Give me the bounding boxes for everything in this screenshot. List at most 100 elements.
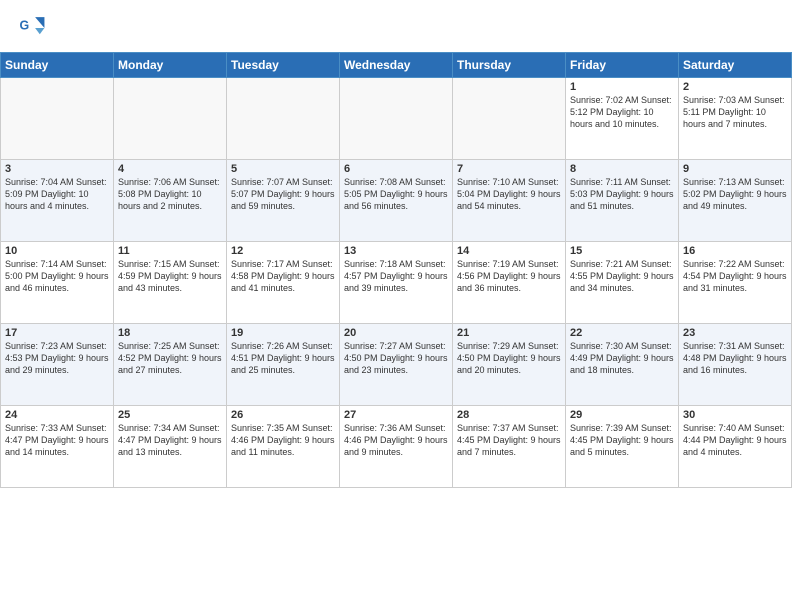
day-number: 23 bbox=[683, 327, 787, 339]
day-number: 26 bbox=[231, 409, 335, 421]
day-info: Sunrise: 7:34 AM Sunset: 4:47 PM Dayligh… bbox=[118, 422, 222, 458]
calendar-day-cell: 6Sunrise: 7:08 AM Sunset: 5:05 PM Daylig… bbox=[340, 160, 453, 242]
day-number: 22 bbox=[570, 327, 674, 339]
day-info: Sunrise: 7:04 AM Sunset: 5:09 PM Dayligh… bbox=[5, 176, 109, 212]
day-info: Sunrise: 7:29 AM Sunset: 4:50 PM Dayligh… bbox=[457, 340, 561, 376]
day-number: 15 bbox=[570, 245, 674, 257]
weekday-header-tuesday: Tuesday bbox=[227, 53, 340, 78]
day-info: Sunrise: 7:37 AM Sunset: 4:45 PM Dayligh… bbox=[457, 422, 561, 458]
day-number: 16 bbox=[683, 245, 787, 257]
calendar-day-cell: 1Sunrise: 7:02 AM Sunset: 5:12 PM Daylig… bbox=[566, 78, 679, 160]
day-info: Sunrise: 7:02 AM Sunset: 5:12 PM Dayligh… bbox=[570, 94, 674, 130]
weekday-header-wednesday: Wednesday bbox=[340, 53, 453, 78]
calendar-day-cell: 10Sunrise: 7:14 AM Sunset: 5:00 PM Dayli… bbox=[1, 242, 114, 324]
day-info: Sunrise: 7:15 AM Sunset: 4:59 PM Dayligh… bbox=[118, 258, 222, 294]
day-number: 13 bbox=[344, 245, 448, 257]
calendar-day-cell: 12Sunrise: 7:17 AM Sunset: 4:58 PM Dayli… bbox=[227, 242, 340, 324]
day-number: 14 bbox=[457, 245, 561, 257]
calendar-day-cell: 25Sunrise: 7:34 AM Sunset: 4:47 PM Dayli… bbox=[114, 406, 227, 488]
logo-icon: G bbox=[18, 14, 46, 42]
calendar-day-cell: 20Sunrise: 7:27 AM Sunset: 4:50 PM Dayli… bbox=[340, 324, 453, 406]
day-info: Sunrise: 7:26 AM Sunset: 4:51 PM Dayligh… bbox=[231, 340, 335, 376]
calendar-day-cell: 23Sunrise: 7:31 AM Sunset: 4:48 PM Dayli… bbox=[679, 324, 792, 406]
day-number: 8 bbox=[570, 163, 674, 175]
day-number: 19 bbox=[231, 327, 335, 339]
day-info: Sunrise: 7:14 AM Sunset: 5:00 PM Dayligh… bbox=[5, 258, 109, 294]
calendar-day-cell: 26Sunrise: 7:35 AM Sunset: 4:46 PM Dayli… bbox=[227, 406, 340, 488]
weekday-header-friday: Friday bbox=[566, 53, 679, 78]
day-info: Sunrise: 7:06 AM Sunset: 5:08 PM Dayligh… bbox=[118, 176, 222, 212]
weekday-header-sunday: Sunday bbox=[1, 53, 114, 78]
day-info: Sunrise: 7:35 AM Sunset: 4:46 PM Dayligh… bbox=[231, 422, 335, 458]
calendar-header-row: SundayMondayTuesdayWednesdayThursdayFrid… bbox=[1, 53, 792, 78]
day-info: Sunrise: 7:13 AM Sunset: 5:02 PM Dayligh… bbox=[683, 176, 787, 212]
calendar-day-cell: 16Sunrise: 7:22 AM Sunset: 4:54 PM Dayli… bbox=[679, 242, 792, 324]
day-number: 20 bbox=[344, 327, 448, 339]
logo: G bbox=[18, 14, 50, 42]
calendar-day-cell: 21Sunrise: 7:29 AM Sunset: 4:50 PM Dayli… bbox=[453, 324, 566, 406]
day-number: 5 bbox=[231, 163, 335, 175]
calendar-week-row: 10Sunrise: 7:14 AM Sunset: 5:00 PM Dayli… bbox=[1, 242, 792, 324]
day-number: 17 bbox=[5, 327, 109, 339]
calendar-day-cell: 15Sunrise: 7:21 AM Sunset: 4:55 PM Dayli… bbox=[566, 242, 679, 324]
calendar-day-cell bbox=[453, 78, 566, 160]
weekday-header-saturday: Saturday bbox=[679, 53, 792, 78]
calendar-day-cell: 4Sunrise: 7:06 AM Sunset: 5:08 PM Daylig… bbox=[114, 160, 227, 242]
day-number: 7 bbox=[457, 163, 561, 175]
day-number: 24 bbox=[5, 409, 109, 421]
calendar-day-cell: 13Sunrise: 7:18 AM Sunset: 4:57 PM Dayli… bbox=[340, 242, 453, 324]
calendar-table: SundayMondayTuesdayWednesdayThursdayFrid… bbox=[0, 52, 792, 488]
calendar-day-cell: 27Sunrise: 7:36 AM Sunset: 4:46 PM Dayli… bbox=[340, 406, 453, 488]
calendar-day-cell bbox=[114, 78, 227, 160]
calendar-week-row: 17Sunrise: 7:23 AM Sunset: 4:53 PM Dayli… bbox=[1, 324, 792, 406]
day-info: Sunrise: 7:36 AM Sunset: 4:46 PM Dayligh… bbox=[344, 422, 448, 458]
day-info: Sunrise: 7:25 AM Sunset: 4:52 PM Dayligh… bbox=[118, 340, 222, 376]
calendar-day-cell: 24Sunrise: 7:33 AM Sunset: 4:47 PM Dayli… bbox=[1, 406, 114, 488]
day-info: Sunrise: 7:07 AM Sunset: 5:07 PM Dayligh… bbox=[231, 176, 335, 212]
day-number: 29 bbox=[570, 409, 674, 421]
calendar-week-row: 1Sunrise: 7:02 AM Sunset: 5:12 PM Daylig… bbox=[1, 78, 792, 160]
calendar-day-cell: 11Sunrise: 7:15 AM Sunset: 4:59 PM Dayli… bbox=[114, 242, 227, 324]
day-number: 30 bbox=[683, 409, 787, 421]
day-info: Sunrise: 7:11 AM Sunset: 5:03 PM Dayligh… bbox=[570, 176, 674, 212]
calendar-week-row: 3Sunrise: 7:04 AM Sunset: 5:09 PM Daylig… bbox=[1, 160, 792, 242]
day-number: 18 bbox=[118, 327, 222, 339]
day-info: Sunrise: 7:18 AM Sunset: 4:57 PM Dayligh… bbox=[344, 258, 448, 294]
weekday-header-thursday: Thursday bbox=[453, 53, 566, 78]
day-info: Sunrise: 7:33 AM Sunset: 4:47 PM Dayligh… bbox=[5, 422, 109, 458]
weekday-header-monday: Monday bbox=[114, 53, 227, 78]
calendar-week-row: 24Sunrise: 7:33 AM Sunset: 4:47 PM Dayli… bbox=[1, 406, 792, 488]
calendar-day-cell: 2Sunrise: 7:03 AM Sunset: 5:11 PM Daylig… bbox=[679, 78, 792, 160]
calendar-day-cell: 19Sunrise: 7:26 AM Sunset: 4:51 PM Dayli… bbox=[227, 324, 340, 406]
day-number: 28 bbox=[457, 409, 561, 421]
svg-text:G: G bbox=[20, 19, 30, 33]
page-header: G bbox=[0, 0, 792, 48]
day-number: 12 bbox=[231, 245, 335, 257]
day-number: 1 bbox=[570, 81, 674, 93]
day-number: 9 bbox=[683, 163, 787, 175]
calendar-day-cell bbox=[340, 78, 453, 160]
day-number: 25 bbox=[118, 409, 222, 421]
calendar-day-cell: 3Sunrise: 7:04 AM Sunset: 5:09 PM Daylig… bbox=[1, 160, 114, 242]
calendar-day-cell bbox=[227, 78, 340, 160]
day-number: 10 bbox=[5, 245, 109, 257]
day-info: Sunrise: 7:39 AM Sunset: 4:45 PM Dayligh… bbox=[570, 422, 674, 458]
day-number: 21 bbox=[457, 327, 561, 339]
calendar-day-cell: 14Sunrise: 7:19 AM Sunset: 4:56 PM Dayli… bbox=[453, 242, 566, 324]
calendar-day-cell: 22Sunrise: 7:30 AM Sunset: 4:49 PM Dayli… bbox=[566, 324, 679, 406]
calendar-day-cell: 29Sunrise: 7:39 AM Sunset: 4:45 PM Dayli… bbox=[566, 406, 679, 488]
day-info: Sunrise: 7:17 AM Sunset: 4:58 PM Dayligh… bbox=[231, 258, 335, 294]
calendar-day-cell bbox=[1, 78, 114, 160]
calendar-day-cell: 17Sunrise: 7:23 AM Sunset: 4:53 PM Dayli… bbox=[1, 324, 114, 406]
day-info: Sunrise: 7:08 AM Sunset: 5:05 PM Dayligh… bbox=[344, 176, 448, 212]
day-info: Sunrise: 7:22 AM Sunset: 4:54 PM Dayligh… bbox=[683, 258, 787, 294]
day-number: 11 bbox=[118, 245, 222, 257]
day-number: 2 bbox=[683, 81, 787, 93]
calendar-day-cell: 8Sunrise: 7:11 AM Sunset: 5:03 PM Daylig… bbox=[566, 160, 679, 242]
day-number: 4 bbox=[118, 163, 222, 175]
day-info: Sunrise: 7:19 AM Sunset: 4:56 PM Dayligh… bbox=[457, 258, 561, 294]
day-info: Sunrise: 7:30 AM Sunset: 4:49 PM Dayligh… bbox=[570, 340, 674, 376]
calendar-day-cell: 18Sunrise: 7:25 AM Sunset: 4:52 PM Dayli… bbox=[114, 324, 227, 406]
calendar-day-cell: 9Sunrise: 7:13 AM Sunset: 5:02 PM Daylig… bbox=[679, 160, 792, 242]
day-info: Sunrise: 7:27 AM Sunset: 4:50 PM Dayligh… bbox=[344, 340, 448, 376]
